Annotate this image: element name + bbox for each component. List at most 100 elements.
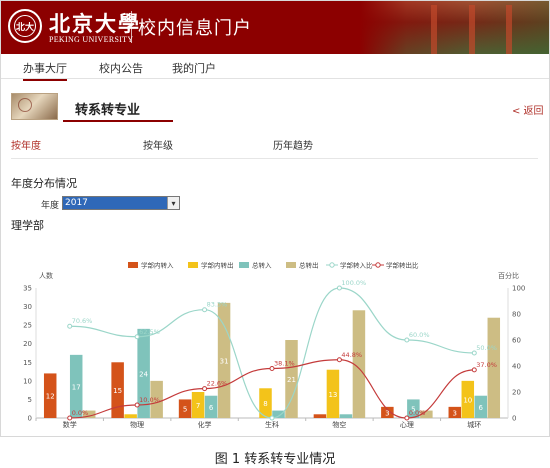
bar-value-label: 6 xyxy=(479,404,484,412)
left-tick-label: 5 xyxy=(28,396,32,404)
title-underline xyxy=(63,120,173,122)
nav-tab-hall[interactable]: 办事大厅 xyxy=(23,60,67,81)
portal-header: 北大 北京大學 PEKING UNIVERSITY 校内信息门户 xyxy=(1,1,549,54)
right-tick-label: 100 xyxy=(512,285,525,293)
right-tick-label: 20 xyxy=(512,389,521,397)
bar-value-label: 3 xyxy=(385,409,389,417)
chart-legend: 学部内转入 学部内转出 总转入 总转出 学部转入比 学部转出比 xyxy=(128,261,419,270)
legend-swatch xyxy=(188,262,198,268)
x-tick-label: 数学 xyxy=(63,420,77,429)
left-axis-label: 人数 xyxy=(39,271,53,280)
line-value-label: 22.6% xyxy=(207,380,228,388)
line-value-label: 10.0% xyxy=(139,396,160,404)
x-tick-label: 生科 xyxy=(265,420,279,429)
bar-value-label: 3 xyxy=(453,409,457,417)
bar-value-label: 21 xyxy=(287,376,296,384)
header-pillar xyxy=(469,5,475,54)
bar-value-label: 7 xyxy=(196,402,200,410)
line-value-label: 50.0% xyxy=(476,344,497,352)
bar-value-label: 12 xyxy=(46,393,55,401)
legend-marker xyxy=(375,262,381,268)
bar-value-label: 8 xyxy=(263,400,267,408)
line-value-label: 83.3% xyxy=(207,301,228,309)
right-axis-label: 百分比 xyxy=(498,271,519,280)
x-tick-label: 城环 xyxy=(467,421,481,429)
left-tick-label: 15 xyxy=(23,359,32,367)
nav-tab-my-portal[interactable]: 我的门户 xyxy=(172,60,216,76)
header-pillar xyxy=(506,5,512,54)
right-tick-label: 60 xyxy=(512,337,521,345)
line-point xyxy=(269,415,275,421)
legend-label: 学部内转入 xyxy=(141,261,174,270)
bar-value-label: 17 xyxy=(72,383,81,391)
bar-value-label: 13 xyxy=(328,391,337,399)
university-logo-en: PEKING UNIVERSITY xyxy=(49,35,134,44)
portal-frame: 北大 北京大學 PEKING UNIVERSITY 校内信息门户 办事大厅 校内… xyxy=(0,0,550,437)
legend-label: 总转入 xyxy=(252,261,272,270)
legend-label: 总转出 xyxy=(299,261,319,270)
subtab-by-grade[interactable]: 按年级 xyxy=(143,137,173,152)
line-value-label: 62.5% xyxy=(139,328,160,336)
transfer-chart: 学部内转入 学部内转出 总转入 总转出 学部转入比 学部转出比 人数 百分比 0 5 10 15… xyxy=(23,261,525,430)
bar-value-label: 10 xyxy=(463,396,472,404)
left-tick-label: 10 xyxy=(23,377,32,385)
emblem-text: 北大 xyxy=(14,15,36,37)
university-logo-cn[interactable]: 北京大學 xyxy=(49,8,141,38)
line-value-label: 37.0% xyxy=(476,361,497,369)
bar xyxy=(124,414,137,418)
left-tick-label: 20 xyxy=(23,340,32,348)
nav-tab-notices[interactable]: 校内公告 xyxy=(99,60,143,76)
service-thumbnail xyxy=(11,93,58,120)
x-tick-label: 物空 xyxy=(332,420,346,429)
figure-caption: 图 1 转系转专业情况 xyxy=(214,452,336,467)
chart-bars xyxy=(43,302,501,418)
left-tick-label: 0 xyxy=(28,415,32,423)
left-tick-label: 30 xyxy=(23,303,32,311)
bar-value-label: 15 xyxy=(113,387,122,395)
line-value-label: 100.0% xyxy=(341,279,366,287)
portal-title: 校内信息门户 xyxy=(138,18,252,39)
header-campus-photo xyxy=(359,1,549,54)
right-tick-label: 80 xyxy=(512,311,521,319)
subtab-trend[interactable]: 历年趋势 xyxy=(273,137,313,152)
year-label: 年度 xyxy=(41,201,60,211)
bar xyxy=(339,414,353,418)
line-value-label: 0.0% xyxy=(72,409,89,417)
header-pillar xyxy=(431,5,437,54)
line-value-label: 60.0% xyxy=(409,331,430,339)
left-tick-label: 25 xyxy=(23,322,32,330)
section-title: 年度分布情况 xyxy=(11,177,77,190)
bar-value-label: 5 xyxy=(183,406,187,414)
legend-marker xyxy=(329,262,335,268)
right-tick-label: 0 xyxy=(512,415,516,423)
seal-mark xyxy=(18,98,32,112)
chevron-down-icon[interactable]: ▾ xyxy=(167,197,179,209)
university-emblem-icon[interactable]: 北大 xyxy=(8,9,42,43)
x-tick-label: 心理 xyxy=(400,421,414,429)
line-value-label: 0.0% xyxy=(409,409,426,417)
back-link[interactable]: < 返回 xyxy=(512,102,544,117)
bar xyxy=(313,414,327,418)
line-value-label: 38.1% xyxy=(274,359,295,367)
legend-label: 学部转出比 xyxy=(386,261,419,270)
series-line xyxy=(69,287,475,419)
left-tick-label: 35 xyxy=(23,285,32,293)
legend-swatch xyxy=(239,262,249,268)
x-tick-label: 物理 xyxy=(130,420,144,429)
legend-swatch xyxy=(286,262,296,268)
x-tick-label: 化学 xyxy=(198,420,212,429)
line-value-label: 70.6% xyxy=(72,317,93,325)
right-tick-label: 40 xyxy=(512,363,521,371)
year-select[interactable]: 2017 ▾ xyxy=(62,196,180,210)
year-select-value: 2017 xyxy=(65,198,88,208)
legend-swatch xyxy=(128,262,138,268)
bar-value-label: 24 xyxy=(139,370,148,378)
subtab-by-year[interactable]: 按年度 xyxy=(11,137,41,152)
main-nav: 办事大厅 校内公告 我的门户 xyxy=(1,54,549,81)
header-divider xyxy=(131,11,132,43)
subtab-divider xyxy=(11,158,538,159)
page-title: 转系转专业 xyxy=(75,103,141,118)
line-value-label: 44.8% xyxy=(341,351,362,359)
legend-label: 学部内转出 xyxy=(201,261,234,270)
bar-value-label: 6 xyxy=(209,404,214,412)
